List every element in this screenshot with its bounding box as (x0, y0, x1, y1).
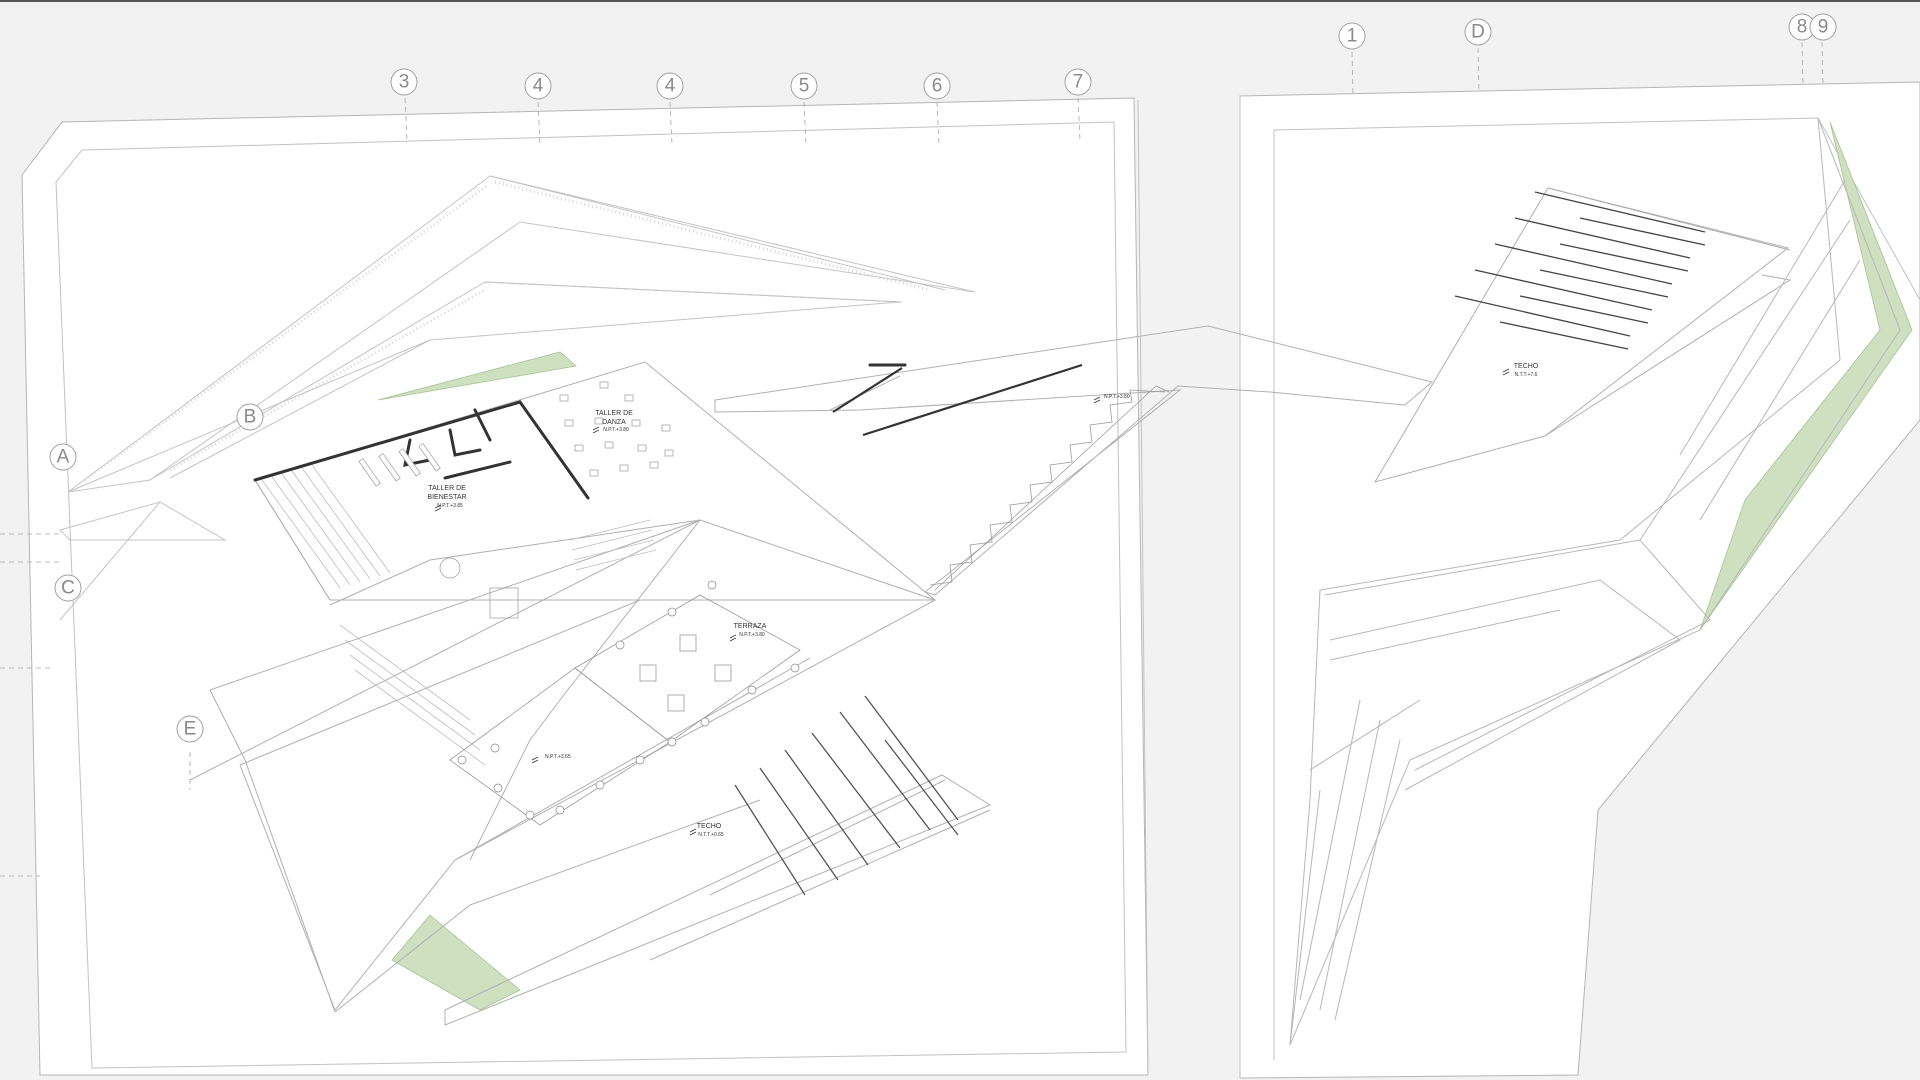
label-taller-bienestar-2: BIENESTAR (427, 494, 466, 501)
axis-row-E: E (184, 719, 197, 740)
label-taller-danza-1: TALLER DE (595, 410, 633, 417)
level-techo-right: N.T.T.+7.6 (1515, 372, 1538, 378)
label-terraza: TERRAZA (734, 623, 767, 630)
axis-col-D: D (1471, 22, 1485, 43)
axis-row-C: C (61, 578, 75, 599)
site-outline (21, 81, 1920, 1079)
level-techo-left: N.T.T.+0.65 (698, 832, 724, 838)
level-taller-danza: N.P.T.+3.80 (603, 427, 629, 433)
level-terrace-lower: N.P.T.+3.65 (545, 754, 571, 760)
label-taller-bienestar-1: TALLER DE (428, 485, 466, 492)
level-ramp-top: N.P.T.+3.80 (1104, 394, 1130, 400)
label-techo-left: TECHO (697, 823, 722, 830)
label-taller-danza-2: DANZA (602, 419, 626, 426)
axis-col-8: 8 (1797, 17, 1808, 38)
axis-col-4a: 4 (533, 76, 544, 97)
level-terraza: N.P.T.+3.80 (739, 632, 765, 638)
site-boundary-right (1239, 81, 1920, 1079)
axis-col-1: 1 (1347, 26, 1358, 47)
axis-row-B: B (244, 407, 257, 428)
architectural-floor-plan: 3 4 4 5 6 7 1 D 8 9 A B C E TALLER DE DA… (0, 0, 1920, 1079)
axis-col-5: 5 (799, 76, 810, 97)
axis-col-3: 3 (399, 72, 410, 93)
site-boundary-left (21, 97, 1149, 1076)
axis-row-A: A (57, 447, 70, 468)
label-techo-right: TECHO (1514, 363, 1539, 370)
axis-col-6: 6 (932, 76, 943, 97)
axis-col-9: 9 (1818, 17, 1829, 38)
axis-col-4b: 4 (665, 76, 676, 97)
level-taller-bienestar: N.P.T.+3.85 (437, 503, 463, 509)
axis-col-7: 7 (1073, 72, 1084, 93)
